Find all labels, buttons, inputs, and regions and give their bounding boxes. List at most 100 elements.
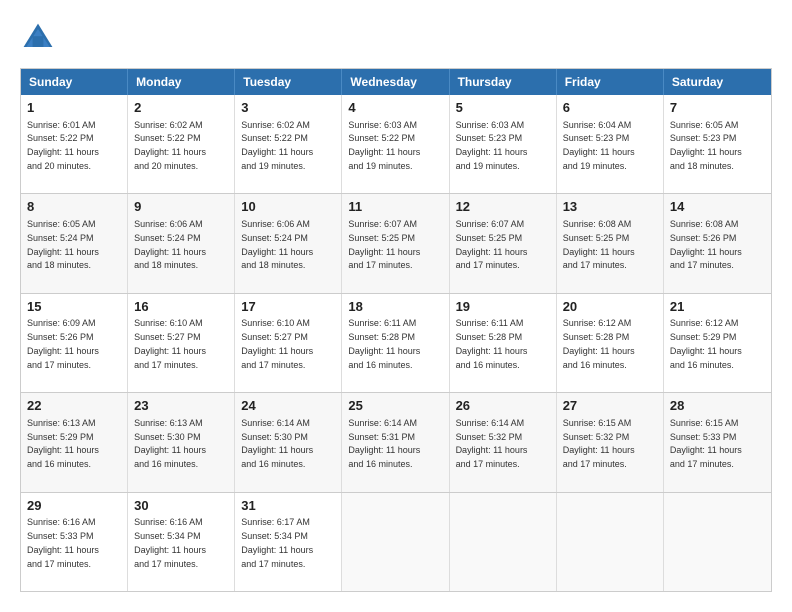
- header-day: Saturday: [664, 69, 771, 95]
- day-info: Sunrise: 6:13 AM Sunset: 5:30 PM Dayligh…: [134, 418, 206, 469]
- day-info: Sunrise: 6:05 AM Sunset: 5:24 PM Dayligh…: [27, 219, 99, 270]
- calendar: SundayMondayTuesdayWednesdayThursdayFrid…: [20, 68, 772, 592]
- calendar-row: 8 Sunrise: 6:05 AM Sunset: 5:24 PM Daylig…: [21, 193, 771, 292]
- day-info: Sunrise: 6:16 AM Sunset: 5:34 PM Dayligh…: [134, 517, 206, 568]
- day-info: Sunrise: 6:04 AM Sunset: 5:23 PM Dayligh…: [563, 120, 635, 171]
- day-number: 1: [27, 99, 121, 117]
- day-info: Sunrise: 6:13 AM Sunset: 5:29 PM Dayligh…: [27, 418, 99, 469]
- calendar-cell: 10 Sunrise: 6:06 AM Sunset: 5:24 PM Dayli…: [235, 194, 342, 292]
- calendar-cell: 17 Sunrise: 6:10 AM Sunset: 5:27 PM Dayli…: [235, 294, 342, 392]
- day-info: Sunrise: 6:12 AM Sunset: 5:28 PM Dayligh…: [563, 318, 635, 369]
- calendar-cell: 9 Sunrise: 6:06 AM Sunset: 5:24 PM Daylig…: [128, 194, 235, 292]
- calendar-cell: 31 Sunrise: 6:17 AM Sunset: 5:34 PM Dayli…: [235, 493, 342, 591]
- day-number: 24: [241, 397, 335, 415]
- day-number: 26: [456, 397, 550, 415]
- header-day: Sunday: [21, 69, 128, 95]
- day-info: Sunrise: 6:17 AM Sunset: 5:34 PM Dayligh…: [241, 517, 313, 568]
- calendar-cell: 20 Sunrise: 6:12 AM Sunset: 5:28 PM Dayli…: [557, 294, 664, 392]
- day-number: 6: [563, 99, 657, 117]
- day-number: 9: [134, 198, 228, 216]
- day-info: Sunrise: 6:01 AM Sunset: 5:22 PM Dayligh…: [27, 120, 99, 171]
- day-number: 31: [241, 497, 335, 515]
- day-info: Sunrise: 6:16 AM Sunset: 5:33 PM Dayligh…: [27, 517, 99, 568]
- calendar-cell: 27 Sunrise: 6:15 AM Sunset: 5:32 PM Dayli…: [557, 393, 664, 491]
- day-info: Sunrise: 6:03 AM Sunset: 5:22 PM Dayligh…: [348, 120, 420, 171]
- empty-cell: [664, 493, 771, 591]
- calendar-cell: 25 Sunrise: 6:14 AM Sunset: 5:31 PM Dayli…: [342, 393, 449, 491]
- calendar-cell: 1 Sunrise: 6:01 AM Sunset: 5:22 PM Daylig…: [21, 95, 128, 193]
- day-info: Sunrise: 6:10 AM Sunset: 5:27 PM Dayligh…: [134, 318, 206, 369]
- day-info: Sunrise: 6:08 AM Sunset: 5:25 PM Dayligh…: [563, 219, 635, 270]
- day-info: Sunrise: 6:05 AM Sunset: 5:23 PM Dayligh…: [670, 120, 742, 171]
- day-number: 21: [670, 298, 765, 316]
- day-info: Sunrise: 6:11 AM Sunset: 5:28 PM Dayligh…: [348, 318, 420, 369]
- header-day: Thursday: [450, 69, 557, 95]
- day-number: 20: [563, 298, 657, 316]
- page: SundayMondayTuesdayWednesdayThursdayFrid…: [0, 0, 792, 612]
- header-day: Wednesday: [342, 69, 449, 95]
- day-info: Sunrise: 6:07 AM Sunset: 5:25 PM Dayligh…: [348, 219, 420, 270]
- day-number: 14: [670, 198, 765, 216]
- day-number: 12: [456, 198, 550, 216]
- day-info: Sunrise: 6:07 AM Sunset: 5:25 PM Dayligh…: [456, 219, 528, 270]
- day-number: 17: [241, 298, 335, 316]
- day-number: 2: [134, 99, 228, 117]
- day-info: Sunrise: 6:02 AM Sunset: 5:22 PM Dayligh…: [134, 120, 206, 171]
- day-info: Sunrise: 6:10 AM Sunset: 5:27 PM Dayligh…: [241, 318, 313, 369]
- header: [20, 20, 772, 56]
- calendar-row: 15Sunrise: 6:09 AM Sunset: 5:26 PM Dayli…: [21, 293, 771, 392]
- day-number: 15: [27, 298, 121, 316]
- calendar-cell: 14 Sunrise: 6:08 AM Sunset: 5:26 PM Dayli…: [664, 194, 771, 292]
- calendar-cell: 2 Sunrise: 6:02 AM Sunset: 5:22 PM Daylig…: [128, 95, 235, 193]
- calendar-cell: 7 Sunrise: 6:05 AM Sunset: 5:23 PM Daylig…: [664, 95, 771, 193]
- empty-cell: [342, 493, 449, 591]
- calendar-cell: 19 Sunrise: 6:11 AM Sunset: 5:28 PM Dayli…: [450, 294, 557, 392]
- calendar-cell: 13 Sunrise: 6:08 AM Sunset: 5:25 PM Dayli…: [557, 194, 664, 292]
- logo-icon: [20, 20, 56, 56]
- day-number: 29: [27, 497, 121, 515]
- day-number: 16: [134, 298, 228, 316]
- header-day: Tuesday: [235, 69, 342, 95]
- day-info: Sunrise: 6:06 AM Sunset: 5:24 PM Dayligh…: [241, 219, 313, 270]
- day-info: Sunrise: 6:02 AM Sunset: 5:22 PM Dayligh…: [241, 120, 313, 171]
- calendar-cell: 15Sunrise: 6:09 AM Sunset: 5:26 PM Dayli…: [21, 294, 128, 392]
- day-info: Sunrise: 6:14 AM Sunset: 5:32 PM Dayligh…: [456, 418, 528, 469]
- calendar-cell: 26 Sunrise: 6:14 AM Sunset: 5:32 PM Dayli…: [450, 393, 557, 491]
- day-number: 7: [670, 99, 765, 117]
- calendar-cell: 12 Sunrise: 6:07 AM Sunset: 5:25 PM Dayli…: [450, 194, 557, 292]
- day-number: 5: [456, 99, 550, 117]
- calendar-cell: 6 Sunrise: 6:04 AM Sunset: 5:23 PM Daylig…: [557, 95, 664, 193]
- day-info: Sunrise: 6:11 AM Sunset: 5:28 PM Dayligh…: [456, 318, 528, 369]
- day-number: 10: [241, 198, 335, 216]
- day-number: 30: [134, 497, 228, 515]
- day-info: Sunrise: 6:15 AM Sunset: 5:33 PM Dayligh…: [670, 418, 742, 469]
- calendar-row: 1 Sunrise: 6:01 AM Sunset: 5:22 PM Daylig…: [21, 95, 771, 193]
- calendar-cell: 24Sunrise: 6:14 AM Sunset: 5:30 PM Dayli…: [235, 393, 342, 491]
- calendar-cell: 4 Sunrise: 6:03 AM Sunset: 5:22 PM Daylig…: [342, 95, 449, 193]
- day-info: Sunrise: 6:14 AM Sunset: 5:31 PM Dayligh…: [348, 418, 420, 469]
- calendar-cell: 30 Sunrise: 6:16 AM Sunset: 5:34 PM Dayli…: [128, 493, 235, 591]
- calendar-cell: 11 Sunrise: 6:07 AM Sunset: 5:25 PM Dayli…: [342, 194, 449, 292]
- day-number: 27: [563, 397, 657, 415]
- day-info: Sunrise: 6:15 AM Sunset: 5:32 PM Dayligh…: [563, 418, 635, 469]
- day-number: 3: [241, 99, 335, 117]
- day-info: Sunrise: 6:06 AM Sunset: 5:24 PM Dayligh…: [134, 219, 206, 270]
- day-number: 25: [348, 397, 442, 415]
- calendar-cell: 21Sunrise: 6:12 AM Sunset: 5:29 PM Dayli…: [664, 294, 771, 392]
- logo: [20, 20, 60, 56]
- empty-cell: [450, 493, 557, 591]
- calendar-body: 1 Sunrise: 6:01 AM Sunset: 5:22 PM Daylig…: [21, 95, 771, 591]
- calendar-cell: 5Sunrise: 6:03 AM Sunset: 5:23 PM Daylig…: [450, 95, 557, 193]
- day-number: 18: [348, 298, 442, 316]
- day-number: 13: [563, 198, 657, 216]
- day-number: 28: [670, 397, 765, 415]
- day-number: 11: [348, 198, 442, 216]
- day-info: Sunrise: 6:08 AM Sunset: 5:26 PM Dayligh…: [670, 219, 742, 270]
- day-number: 8: [27, 198, 121, 216]
- calendar-cell: 18 Sunrise: 6:11 AM Sunset: 5:28 PM Dayli…: [342, 294, 449, 392]
- day-number: 19: [456, 298, 550, 316]
- calendar-row: 22Sunrise: 6:13 AM Sunset: 5:29 PM Dayli…: [21, 392, 771, 491]
- header-day: Friday: [557, 69, 664, 95]
- day-number: 4: [348, 99, 442, 117]
- calendar-cell: 8 Sunrise: 6:05 AM Sunset: 5:24 PM Daylig…: [21, 194, 128, 292]
